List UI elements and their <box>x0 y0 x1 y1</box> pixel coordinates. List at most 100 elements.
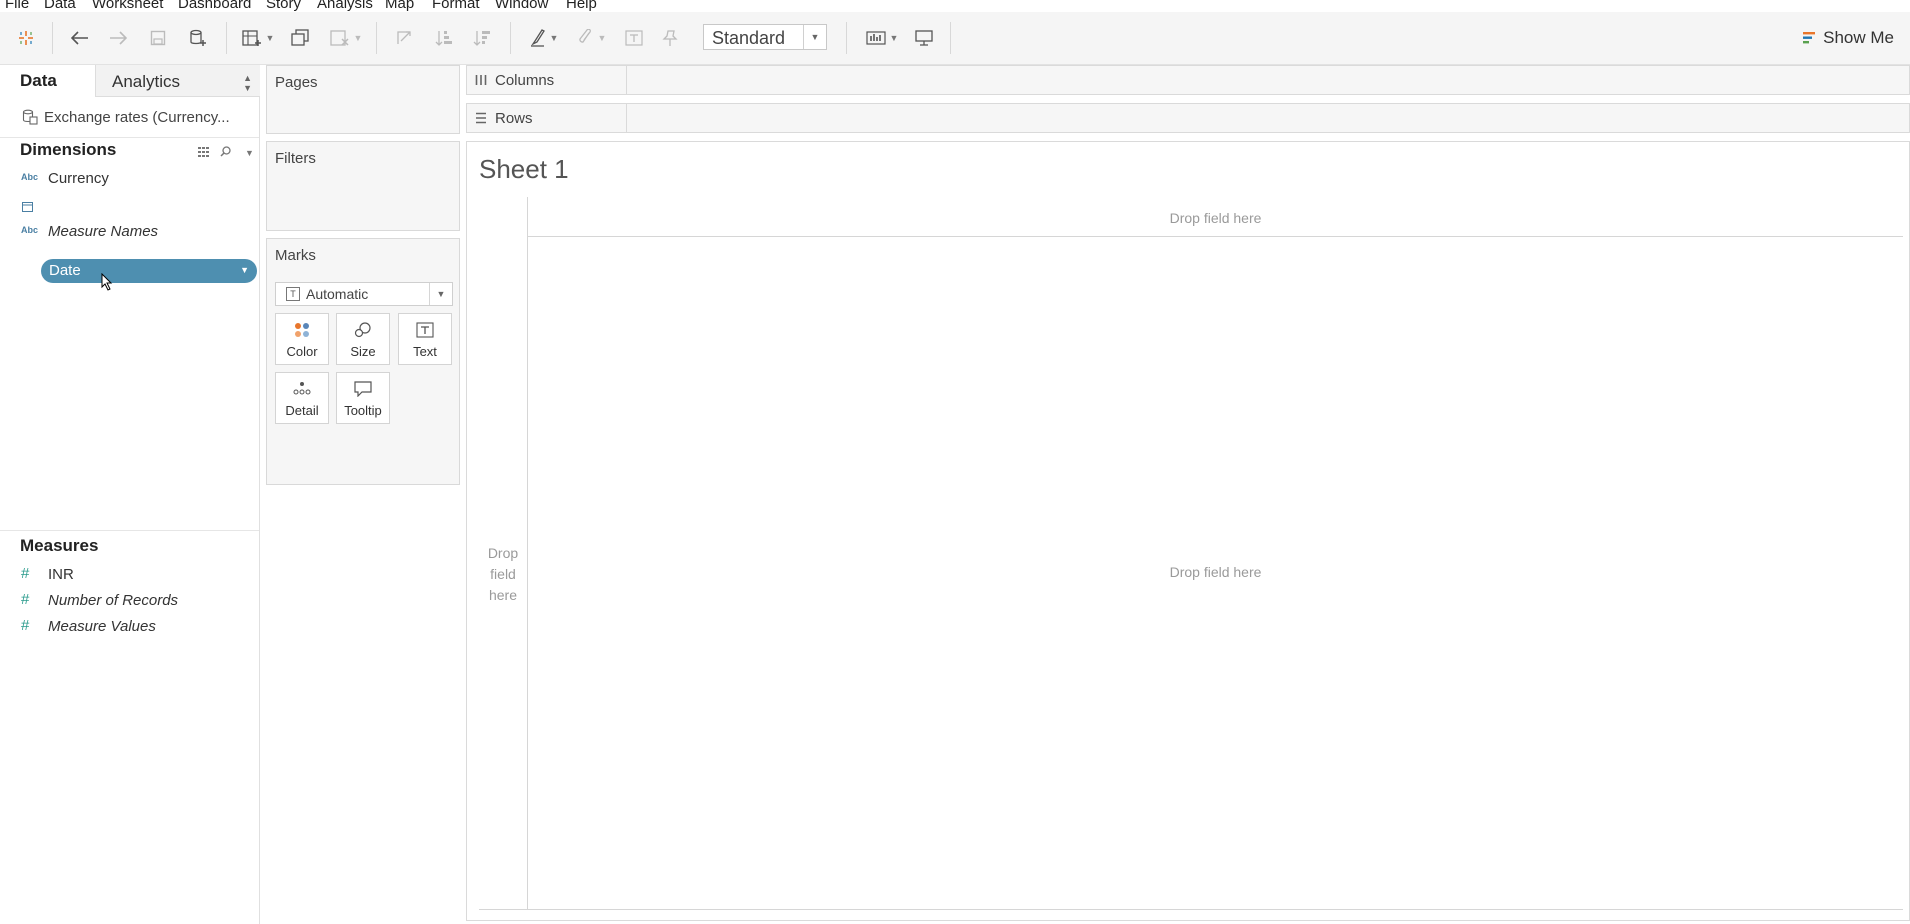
size-icon <box>337 322 389 338</box>
sort-descending-icon[interactable] <box>470 12 494 64</box>
field-label: Measure Names <box>48 223 159 240</box>
show-me-label: Show Me <box>1823 28 1894 47</box>
menu-dashboard[interactable]: Dashboard <box>178 0 251 12</box>
columns-shelf[interactable]: Columns <box>466 65 1910 95</box>
field-date-selected[interactable]: Date ▼ <box>41 259 257 283</box>
fix-axes-icon[interactable] <box>658 12 682 64</box>
menu-worksheet[interactable]: Worksheet <box>92 0 163 12</box>
detail-icon <box>276 381 328 395</box>
tab-data[interactable]: Data <box>0 65 95 97</box>
string-type-icon: Abc <box>21 172 39 182</box>
measures-divider <box>0 530 259 531</box>
color-icon <box>276 322 328 338</box>
drop-zone-rows[interactable]: Drop field here <box>479 543 527 606</box>
menu-story[interactable]: Story <box>266 0 301 12</box>
fit-value: Standard <box>712 28 786 48</box>
show-me-button[interactable]: Show Me <box>1803 12 1894 64</box>
drop-zone-center[interactable]: Drop field here <box>528 564 1903 580</box>
menu-format[interactable]: Format <box>432 0 480 12</box>
mark-type-select[interactable]: T Automatic ▼ <box>275 282 453 306</box>
detail-label: Detail <box>285 403 319 418</box>
dimensions-heading: Dimensions <box>20 140 117 159</box>
field-label: INR <box>48 566 74 583</box>
field-currency[interactable]: Abc Currency <box>0 167 259 191</box>
size-button[interactable]: Size <box>336 313 390 365</box>
presentation-mode-icon[interactable] <box>912 12 936 64</box>
tableau-logo-icon[interactable] <box>14 12 38 64</box>
detail-button[interactable]: Detail <box>275 372 329 424</box>
menu-map[interactable]: Map <box>385 0 414 12</box>
new-worksheet-icon[interactable]: ▼ <box>240 12 276 64</box>
field-measure-values[interactable]: # Measure Values <box>0 615 259 639</box>
number-type-icon: # <box>21 565 30 582</box>
columns-label: Columns <box>495 72 555 89</box>
chevron-down-icon: ▼ <box>803 25 826 49</box>
tooltip-button[interactable]: Tooltip <box>336 372 390 424</box>
show-mark-labels-icon[interactable] <box>622 12 646 64</box>
chevron-down-icon: ▼ <box>429 283 452 305</box>
marks-heading: Marks <box>275 247 316 264</box>
rows-icon <box>475 111 487 129</box>
menu-bar: File Data Worksheet Dashboard Story Anal… <box>0 0 1910 12</box>
clear-sheet-icon[interactable]: ▼ <box>326 12 366 64</box>
dimensions-tools: ▼ <box>198 146 254 160</box>
highlight-icon[interactable]: ▼ <box>526 12 562 64</box>
swap-rows-columns-icon[interactable] <box>392 12 416 64</box>
marks-card: Marks T Automatic ▼ Color Size Text Deta… <box>266 238 460 485</box>
menu-help[interactable]: Help <box>566 0 597 12</box>
datasource-name: Exchange rates (Currency... <box>44 109 230 126</box>
new-datasource-icon[interactable] <box>186 12 210 64</box>
text-button[interactable]: Text <box>398 313 452 365</box>
text-icon <box>399 322 451 338</box>
search-icon[interactable] <box>220 146 231 160</box>
datasource-icon <box>22 109 38 130</box>
tab-data-label: Data <box>20 71 57 90</box>
sort-ascending-icon[interactable] <box>432 12 456 64</box>
redo-icon[interactable] <box>106 12 130 64</box>
field-date-row <box>0 194 259 218</box>
datasource-item[interactable]: Exchange rates (Currency... <box>0 97 259 138</box>
menu-window[interactable]: Window <box>495 0 548 12</box>
tooltip-icon <box>337 381 389 397</box>
filters-shelf[interactable]: Filters <box>266 141 460 231</box>
tooltip-label: Tooltip <box>344 403 382 418</box>
data-pane: Data Analytics ▲ ▼ Exchange rates (Curren… <box>0 65 260 924</box>
columns-icon <box>475 73 487 91</box>
field-label: Currency <box>48 170 109 187</box>
number-type-icon: # <box>21 591 30 608</box>
tab-analytics-label: Analytics <box>112 72 181 91</box>
save-icon[interactable] <box>146 12 170 64</box>
color-button[interactable]: Color <box>275 313 329 365</box>
pages-shelf[interactable]: Pages <box>266 65 460 134</box>
fit-select[interactable]: Standard ▼ <box>703 24 827 50</box>
number-type-icon: # <box>21 617 30 634</box>
tab-analytics[interactable]: Analytics ▲ ▼ <box>95 65 260 97</box>
chevron-down-icon[interactable]: ▼ <box>240 265 249 275</box>
mark-type-value: Automatic <box>306 286 369 302</box>
field-inr[interactable]: # INR <box>0 563 259 587</box>
text-label: Text <box>413 344 437 359</box>
menu-data[interactable]: Data <box>44 0 76 12</box>
menu-analysis[interactable]: Analysis <box>317 0 373 12</box>
field-label: Number of Records <box>48 592 179 609</box>
color-label: Color <box>286 344 318 359</box>
filters-heading: Filters <box>275 150 316 167</box>
show-cards-icon[interactable]: ▼ <box>862 12 902 64</box>
toolbar: ▼ ▼ ▼ ▼ Standard ▼ ▼ Show Me <box>0 12 1910 65</box>
group-members-icon[interactable]: ▼ <box>572 12 612 64</box>
undo-icon[interactable] <box>68 12 92 64</box>
grid-view-icon[interactable] <box>198 146 210 160</box>
drop-zone-columns[interactable]: Drop field here <box>528 210 1903 226</box>
dimensions-menu-icon[interactable]: ▼ <box>245 148 254 158</box>
pages-heading: Pages <box>275 74 318 91</box>
duplicate-sheet-icon[interactable] <box>288 12 312 64</box>
mouse-cursor-icon <box>101 272 113 296</box>
rows-shelf[interactable]: Rows <box>466 103 1910 133</box>
field-number-of-records[interactable]: # Number of Records <box>0 589 259 613</box>
calendar-icon <box>22 199 33 216</box>
sheet-title[interactable]: Sheet 1 <box>479 154 569 185</box>
field-label: Measure Values <box>48 618 156 635</box>
field-measure-names[interactable]: Abc Measure Names <box>0 220 259 244</box>
rows-label: Rows <box>495 110 533 127</box>
menu-file[interactable]: File <box>5 0 29 12</box>
